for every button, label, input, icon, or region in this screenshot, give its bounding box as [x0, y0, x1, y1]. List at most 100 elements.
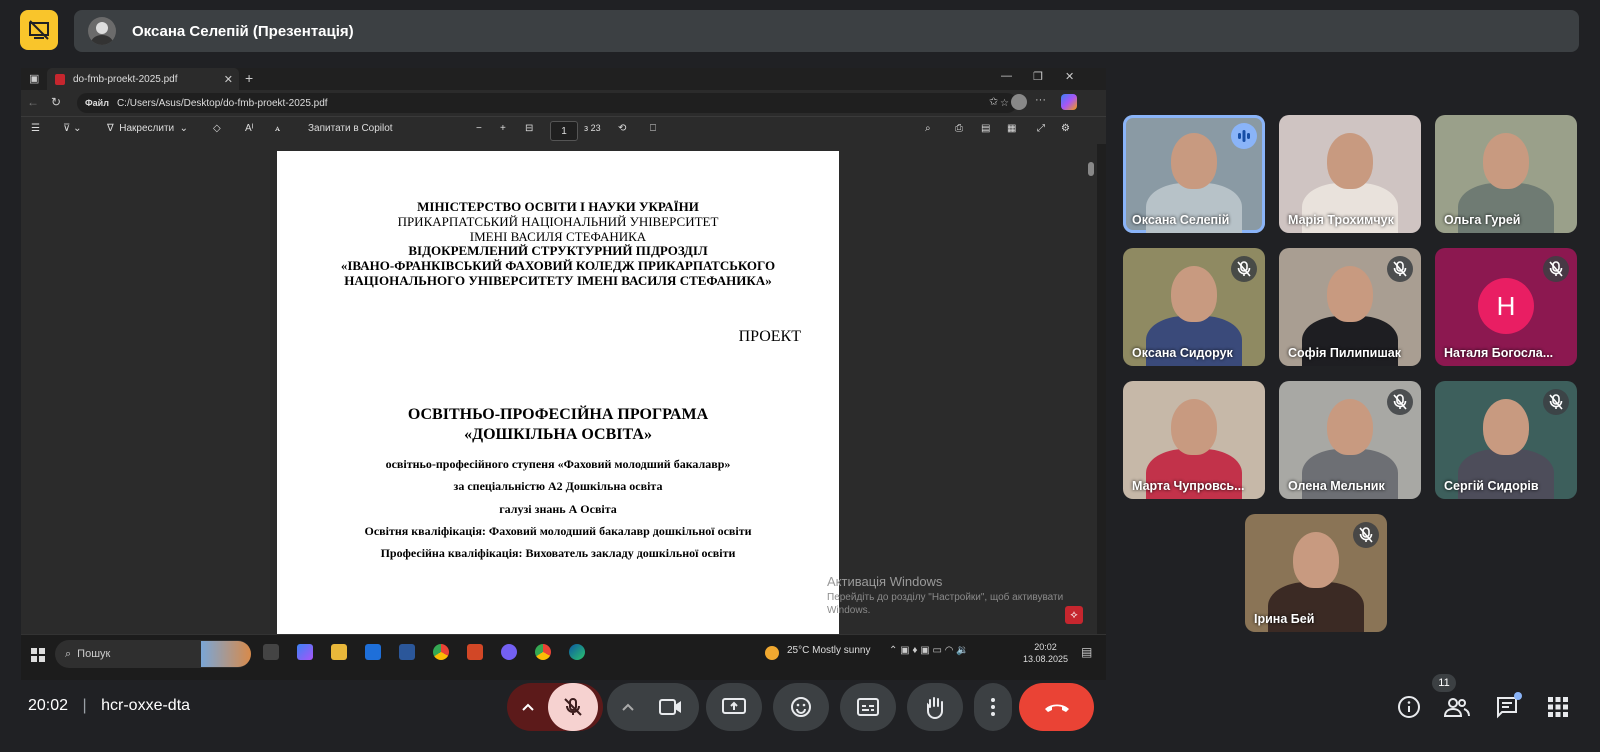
- zoom-in-icon[interactable]: +: [500, 123, 506, 134]
- file-explorer-icon[interactable]: [331, 644, 347, 660]
- mic-off-icon: [1543, 256, 1569, 282]
- windows-activation-text: Перейдіть до розділу "Настройки", щоб ак…: [827, 592, 1064, 616]
- participant-tile[interactable]: Марта Чупровсь...: [1123, 381, 1265, 499]
- close-window-icon[interactable]: ✕: [1065, 70, 1074, 83]
- participant-tile[interactable]: Оксана Сидорук: [1123, 248, 1265, 366]
- read-aloud-icon[interactable]: ꭺ: [275, 123, 280, 134]
- apps-grid-icon: [1548, 697, 1568, 717]
- camera-options-button[interactable]: [607, 683, 699, 731]
- favorites-icon[interactable]: ✩: [989, 95, 998, 108]
- new-tab-button[interactable]: +: [245, 70, 253, 86]
- draw-label: Накреслити: [119, 123, 175, 134]
- notifications-icon[interactable]: ▤: [1081, 645, 1092, 659]
- captions-button[interactable]: [840, 683, 896, 731]
- participant-tile[interactable]: Ольга Гурей: [1435, 115, 1577, 233]
- ask-copilot-button[interactable]: Запитати в Copilot: [308, 123, 393, 134]
- chrome-profile-icon[interactable]: [535, 644, 551, 660]
- mic-toggle-button[interactable]: [548, 683, 598, 731]
- rotate-icon[interactable]: ⟲: [618, 123, 626, 134]
- windows-start-icon[interactable]: [31, 648, 45, 662]
- system-tray-icons[interactable]: ⌃ ▣ ♦ ▣ ▭ ◠ 🔉: [889, 645, 969, 656]
- page-view-icon[interactable]: ⎕: [650, 123, 656, 134]
- viber-icon[interactable]: [501, 644, 517, 660]
- settings-gear-icon[interactable]: ⚙: [1061, 123, 1070, 134]
- mic-off-icon: [1387, 256, 1413, 282]
- minimize-icon[interactable]: —: [1001, 70, 1012, 82]
- refresh-icon[interactable]: ↻: [51, 95, 61, 109]
- chevron-up-icon: [622, 703, 634, 711]
- taskbar-search[interactable]: ⌕ Пошук: [55, 640, 251, 668]
- text-icon[interactable]: Aᴵ: [245, 123, 253, 134]
- copilot-app-icon[interactable]: [297, 644, 313, 660]
- edge-icon[interactable]: [569, 644, 585, 660]
- back-icon[interactable]: ←: [27, 95, 39, 109]
- participant-tile[interactable]: Олена Мельник: [1279, 381, 1421, 499]
- contents-icon[interactable]: ☰: [31, 123, 40, 134]
- participant-face: [1327, 133, 1373, 189]
- scrollbar[interactable]: [1085, 144, 1097, 680]
- profile-icon[interactable]: [1011, 94, 1027, 110]
- raise-hand-icon: [927, 697, 943, 719]
- copilot-icon[interactable]: [1061, 94, 1077, 110]
- doc-title: ОСВІТНЬО-ПРОФЕСІЙНА ПРОГРАМА: [407, 406, 709, 423]
- activities-button[interactable]: [1545, 694, 1571, 720]
- info-icon: [1398, 696, 1420, 718]
- save-icon[interactable]: ▤: [981, 123, 990, 134]
- taskbar-clock[interactable]: 20:02 13.08.2025: [1023, 641, 1068, 665]
- outlook-icon[interactable]: [365, 644, 381, 660]
- leave-call-button[interactable]: [1019, 683, 1094, 731]
- word-icon[interactable]: [399, 644, 415, 660]
- participant-tile[interactable]: Ірина Бей: [1245, 514, 1387, 632]
- participant-tile[interactable]: Марія Трохимчук: [1279, 115, 1421, 233]
- doc-line: ІМЕНІ ВАСИЛЯ СТЕФАНИКА: [469, 229, 647, 244]
- highlight-icon[interactable]: ⊽ ⌄: [63, 123, 81, 134]
- fit-page-icon[interactable]: ⊟: [525, 123, 533, 134]
- address-bar[interactable]: Файл C:/Users/Asus/Desktop/do-fmb-proekt…: [77, 93, 1017, 113]
- tab-actions-icon[interactable]: ▣: [29, 72, 39, 85]
- more-icon[interactable]: ···: [1035, 94, 1046, 106]
- meeting-details-button[interactable]: [1396, 694, 1422, 720]
- reactions-button[interactable]: [773, 683, 829, 731]
- print-icon[interactable]: ⎙: [955, 123, 963, 134]
- draw-button[interactable]: ∇ Накреслити ⌄: [107, 123, 188, 134]
- zoom-out-icon[interactable]: −: [476, 123, 482, 134]
- participant-name: Ірина Бей: [1254, 612, 1315, 626]
- doc-detail: Професійна кваліфікація: Вихователь закл…: [380, 546, 736, 560]
- chat-button[interactable]: [1494, 692, 1522, 720]
- participant-tile[interactable]: Н Наталя Богосла...: [1435, 248, 1577, 366]
- raise-hand-button[interactable]: [907, 683, 963, 731]
- present-screen-button[interactable]: [706, 683, 762, 731]
- camera-icon: [659, 699, 681, 715]
- restore-icon[interactable]: ❐: [1033, 70, 1043, 83]
- chat-unread-dot: [1514, 692, 1522, 700]
- separator: |: [82, 697, 87, 714]
- participant-tile[interactable]: Софія Пилипишак: [1279, 248, 1421, 366]
- more-options-button[interactable]: [974, 683, 1012, 731]
- scroll-thumb[interactable]: [1088, 162, 1094, 176]
- save-as-icon[interactable]: ▦: [1007, 123, 1016, 134]
- browser-tabstrip: ▣ do-fmb-proekt-2025.pdf ✕ + — ❐ ✕: [21, 68, 1106, 90]
- participant-tile[interactable]: Сергій Сидорів: [1435, 381, 1577, 499]
- captions-icon: [857, 698, 879, 716]
- present-off-icon: [29, 20, 49, 40]
- page-number-field[interactable]: 1: [550, 121, 578, 141]
- meeting-time: 20:02: [28, 697, 69, 714]
- doc-detail: галузі знань А Освіта: [499, 502, 617, 516]
- participant-face: [1293, 532, 1339, 588]
- close-tab-icon[interactable]: ✕: [224, 73, 233, 86]
- search-icon[interactable]: ⌕: [925, 123, 931, 134]
- powerpoint-icon[interactable]: [467, 644, 483, 660]
- eraser-icon[interactable]: ◇: [213, 123, 221, 134]
- people-button[interactable]: [1444, 694, 1470, 720]
- participant-name: Сергій Сидорів: [1444, 479, 1539, 493]
- windows-taskbar: ⌕ Пошук 25°C Mostly sunny ⌃ ▣ ♦ ▣ ▭ ◠ 🔉 …: [21, 634, 1106, 680]
- stop-presenting-button[interactable]: [20, 10, 58, 50]
- presenter-bar: Оксана Селепій (Презентація): [74, 10, 1579, 52]
- participant-tile[interactable]: Оксана Селепій: [1123, 115, 1265, 233]
- browser-tab[interactable]: do-fmb-proekt-2025.pdf ✕: [47, 68, 239, 90]
- page-number-input[interactable]: 1: [550, 121, 578, 141]
- favorite-star-icon[interactable]: ☆: [1000, 98, 1009, 109]
- fullscreen-icon[interactable]: ⤢: [1037, 123, 1045, 134]
- chrome-icon[interactable]: [433, 644, 449, 660]
- task-view-icon[interactable]: [263, 644, 279, 660]
